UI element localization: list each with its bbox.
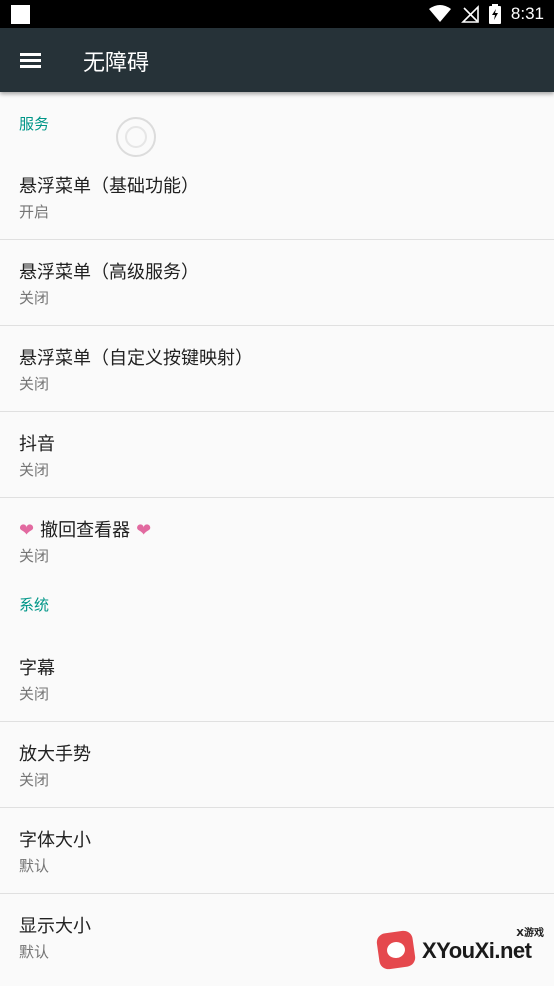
hamburger-menu-icon[interactable] (17, 48, 45, 72)
item-title: 悬浮菜单（自定义按键映射） (19, 348, 253, 369)
battery-charging-icon (488, 4, 501, 24)
item-title: 悬浮菜单（高级服务） (19, 262, 199, 283)
status-icons: 8:31 (428, 4, 544, 24)
list-item-floating-menu-basic[interactable]: 悬浮菜单（基础功能） 开启 (0, 154, 554, 240)
list-item-font-size[interactable]: 字体大小 默认 (0, 808, 554, 894)
item-title: 放大手势 (19, 744, 91, 765)
status-bar: 8:31 (0, 0, 554, 28)
item-summary: 关闭 (19, 289, 50, 307)
item-summary: 关闭 (19, 685, 50, 703)
list-item-magnification-gestures[interactable]: 放大手势 关闭 (0, 722, 554, 808)
item-summary: 关闭 (19, 771, 50, 789)
item-title: 撤回查看器 (40, 520, 131, 541)
item-title: 悬浮菜单（基础功能） (19, 176, 199, 197)
item-summary: 关闭 (19, 375, 50, 393)
watermark-small-text: X游戏 (516, 928, 544, 939)
no-signal-icon (460, 5, 479, 23)
heart-icon: ❤ (19, 520, 35, 541)
status-time: 8:31 (510, 4, 544, 23)
item-title-row: ❤ 撤回查看器 ❤ (19, 520, 535, 542)
list-item-captions[interactable]: 字幕 关闭 (0, 636, 554, 722)
list-item-floating-menu-custom-keys[interactable]: 悬浮菜单（自定义按键映射） 关闭 (0, 326, 554, 412)
watermark: X游戏 XYouXi.net (375, 924, 548, 974)
item-summary: 默认 (19, 857, 50, 875)
settings-list: 服务 悬浮菜单（基础功能） 开启 悬浮菜单（高级服务） 关闭 悬浮菜单（自定义按… (0, 92, 554, 980)
list-item-floating-menu-advanced[interactable]: 悬浮菜单（高级服务） 关闭 (0, 240, 554, 326)
item-summary: 开启 (19, 203, 50, 221)
item-title: 字体大小 (19, 830, 91, 851)
notification-square-icon (11, 5, 30, 24)
item-summary: 关闭 (19, 461, 50, 479)
heart-icon: ❤ (136, 520, 152, 541)
item-title: 抖音 (19, 434, 55, 455)
app-bar: 无障碍 (0, 28, 554, 92)
touch-ripple-indicator (116, 117, 156, 157)
list-item-recall-viewer[interactable]: ❤ 撤回查看器 ❤ 关闭 (0, 498, 554, 584)
gamepad-logo-icon (375, 929, 417, 971)
page-title: 无障碍 (83, 51, 150, 76)
watermark-text: XYouXi.net (422, 938, 532, 963)
section-header-system: 系统 (19, 596, 50, 614)
list-item-douyin[interactable]: 抖音 关闭 (0, 412, 554, 498)
item-title: 字幕 (19, 658, 55, 679)
section-header-services: 服务 (19, 115, 50, 133)
wifi-icon (428, 5, 451, 22)
item-summary: 关闭 (19, 547, 50, 565)
